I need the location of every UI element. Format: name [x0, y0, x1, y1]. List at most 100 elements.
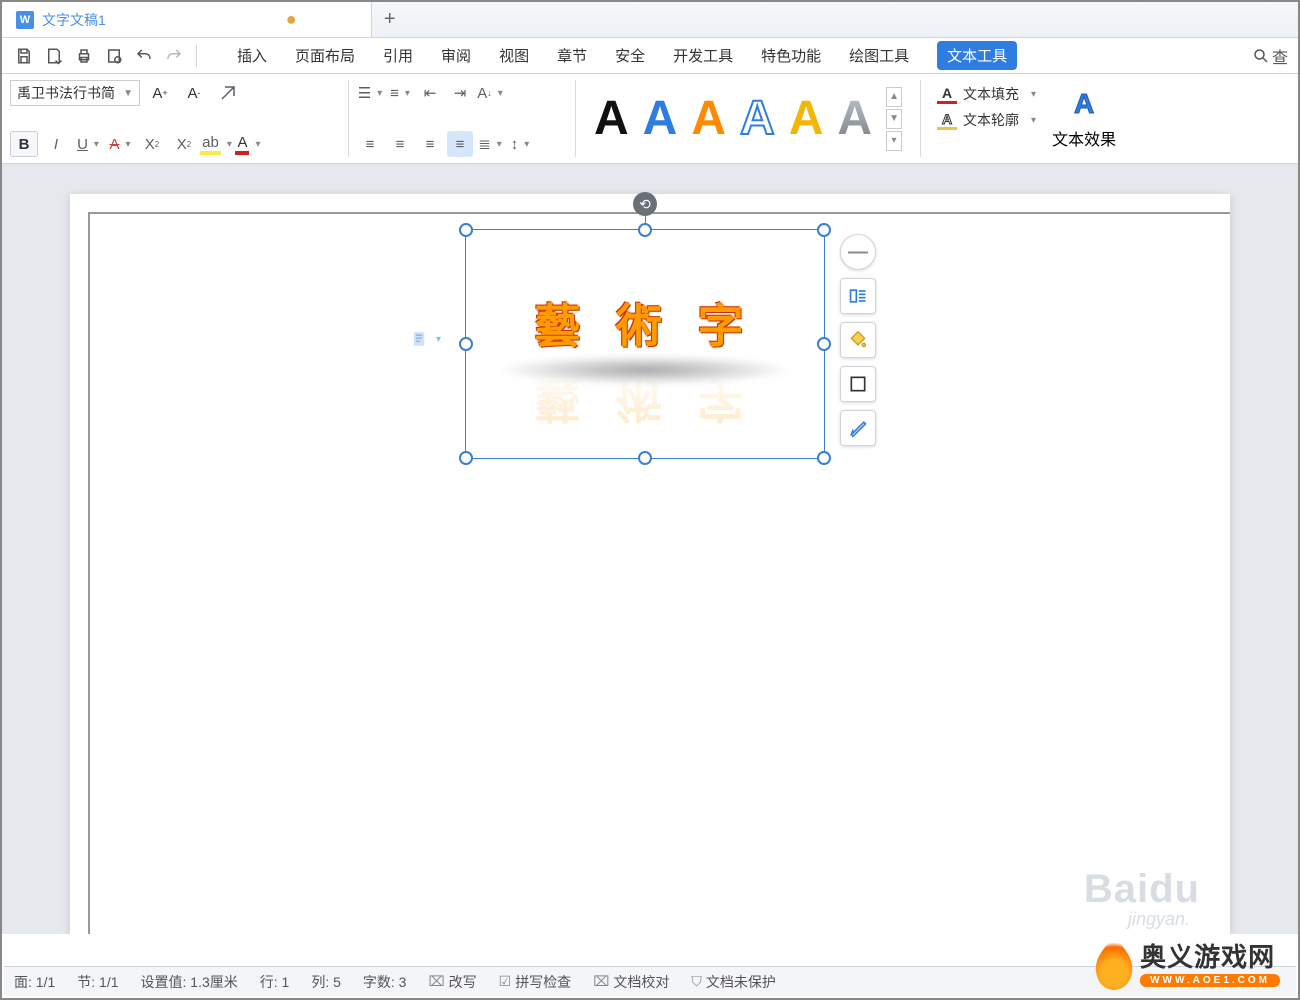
resize-handle-tr[interactable]	[817, 223, 831, 237]
increase-indent-button[interactable]: ⇥	[447, 80, 473, 106]
status-chars[interactable]: 字数: 3	[363, 972, 407, 992]
status-proof[interactable]: ⌧文档校对	[593, 972, 669, 992]
status-section[interactable]: 节: 1/1	[77, 972, 118, 992]
save-as-icon[interactable]	[42, 44, 66, 68]
outline-button[interactable]	[840, 366, 876, 402]
align-left-button[interactable]: ≡	[357, 131, 383, 157]
page[interactable]: ▾ ⟲ 藝 術 字 藝 術 字 — Baidu jingyan.	[70, 194, 1230, 934]
print-icon[interactable]	[72, 44, 96, 68]
document-tab[interactable]: W 文字文稿1 ●	[2, 2, 372, 37]
menu-insert[interactable]: 插入	[237, 45, 267, 66]
align-center-button[interactable]: ≡	[387, 131, 413, 157]
undo-icon[interactable]	[132, 44, 156, 68]
search-button[interactable]: 查	[1252, 44, 1288, 68]
square-icon	[848, 374, 868, 394]
numbering-button[interactable]: ≡▾	[387, 80, 413, 106]
resize-handle-b[interactable]	[638, 451, 652, 465]
wordart-object[interactable]: ⟲ 藝 術 字 藝 術 字	[465, 229, 825, 459]
text-fill-button[interactable]: A 文本填充▾	[937, 84, 1036, 104]
style-preset-6[interactable]: A	[837, 95, 872, 143]
wordart-reflection: 藝 術 字	[466, 370, 824, 436]
distribute-button[interactable]: ≣▾	[477, 131, 503, 157]
style-preset-2[interactable]: A	[643, 95, 678, 143]
text-effects-label[interactable]: 文本效果	[1052, 126, 1116, 150]
style-preset-4[interactable]: A	[740, 95, 775, 143]
font-name-value: 禹卫书法行书简	[17, 83, 115, 103]
preview-icon[interactable]	[102, 44, 126, 68]
status-overwrite[interactable]: ⌧改写	[428, 972, 476, 992]
collapse-panel-button[interactable]: —	[840, 234, 876, 270]
font-name-select[interactable]: 禹卫书法行书简 ▼	[10, 80, 140, 106]
anchor-icon[interactable]: ▾	[410, 329, 441, 349]
menu-view[interactable]: 视图	[499, 45, 529, 66]
style-preset-1[interactable]: A	[594, 95, 629, 143]
shield-icon: ⛉	[691, 973, 702, 990]
menu-page-layout[interactable]: 页面布局	[295, 45, 355, 66]
gallery-up-button[interactable]: ▲	[886, 87, 902, 107]
menu-special[interactable]: 特色功能	[761, 45, 821, 66]
align-right-button[interactable]: ≡	[417, 131, 443, 157]
line-spacing-button[interactable]: ↕▾	[507, 131, 533, 157]
style-preset-5[interactable]: A	[789, 95, 824, 143]
grow-font-icon[interactable]: A+	[146, 80, 174, 106]
menu-security[interactable]: 安全	[615, 45, 645, 66]
decrease-indent-button[interactable]: ⇤	[417, 80, 443, 106]
status-line[interactable]: 行: 1	[260, 972, 290, 992]
text-fill-icon: A	[937, 84, 957, 104]
bold-button[interactable]: B	[10, 131, 38, 157]
status-protect[interactable]: ⛉文档未保护	[691, 972, 776, 992]
text-outline-label: 文本轮廓	[963, 110, 1019, 130]
resize-handle-t[interactable]	[638, 223, 652, 237]
format-painter-button[interactable]	[840, 410, 876, 446]
layout-options-button[interactable]	[840, 278, 876, 314]
page-anchor-icon	[410, 329, 428, 349]
brand-overlay: 奥义游戏网 WWW.AOE1.COM	[1094, 934, 1280, 990]
clear-format-icon[interactable]	[214, 80, 242, 106]
resize-handle-br[interactable]	[817, 451, 831, 465]
menu-chapter[interactable]: 章节	[557, 45, 587, 66]
italic-button[interactable]: I	[42, 131, 70, 157]
style-preset-3[interactable]: A	[691, 95, 726, 143]
resize-handle-bl[interactable]	[459, 451, 473, 465]
resize-handle-tl[interactable]	[459, 223, 473, 237]
text-fill-label: 文本填充	[963, 84, 1019, 104]
save-icon[interactable]	[12, 44, 36, 68]
wordart-styles-gallery: A A A A A A ▲ ▼ ▾	[584, 80, 912, 157]
status-setvalue[interactable]: 设置值: 1.3厘米	[141, 972, 238, 992]
brand-en: WWW.AOE1.COM	[1140, 974, 1280, 987]
fill-button[interactable]	[840, 322, 876, 358]
status-spellcheck[interactable]: ☑拼写检查	[499, 972, 572, 992]
search-icon	[1252, 47, 1270, 65]
check-icon: ☑	[499, 973, 512, 990]
subscript-button[interactable]: X2	[170, 131, 198, 157]
highlight-button[interactable]: ab▾	[202, 131, 230, 157]
bullets-button[interactable]: ☰▾	[357, 80, 383, 106]
align-justify-button[interactable]: ≡	[447, 131, 473, 157]
menu-dev-tools[interactable]: 开发工具	[673, 45, 733, 66]
ribbon: 禹卫书法行书简 ▼ A+ A- B I U▾ A▾ X2 X2 ab▾ A▾ ☰…	[2, 74, 1298, 164]
menu-references[interactable]: 引用	[383, 45, 413, 66]
status-col[interactable]: 列: 5	[311, 972, 341, 992]
strikethrough-button[interactable]: A▾	[106, 131, 134, 157]
text-outline-button[interactable]: A 文本轮廓▾	[937, 110, 1036, 130]
new-tab-button[interactable]: +	[372, 8, 408, 31]
text-outline-icon: A	[937, 110, 957, 130]
superscript-button[interactable]: X2	[138, 131, 166, 157]
wordart-text[interactable]: 藝 術 字	[466, 290, 824, 356]
flame-icon	[1094, 934, 1134, 990]
menu-review[interactable]: 审阅	[441, 45, 471, 66]
shrink-font-icon[interactable]: A-	[180, 80, 208, 106]
redo-icon[interactable]	[162, 44, 186, 68]
document-area: ▾ ⟲ 藝 術 字 藝 術 字 — Baidu jingyan.	[2, 164, 1298, 934]
font-color-button[interactable]: A▾	[234, 131, 262, 157]
rotate-handle-icon[interactable]: ⟲	[633, 192, 657, 216]
status-page[interactable]: 面: 1/1	[14, 972, 55, 992]
gallery-more-button[interactable]: ▾	[886, 131, 902, 151]
menu-drawing-tools[interactable]: 绘图工具	[849, 45, 909, 66]
menu-items: 插入 页面布局 引用 审阅 视图 章节 安全 开发工具 特色功能 绘图工具 文本…	[237, 41, 1017, 70]
underline-button[interactable]: U▾	[74, 131, 102, 157]
menu-text-tools[interactable]: 文本工具	[937, 41, 1017, 70]
sort-button[interactable]: A↓▾	[477, 80, 503, 106]
brush-icon	[848, 418, 868, 438]
gallery-down-button[interactable]: ▼	[886, 109, 902, 129]
